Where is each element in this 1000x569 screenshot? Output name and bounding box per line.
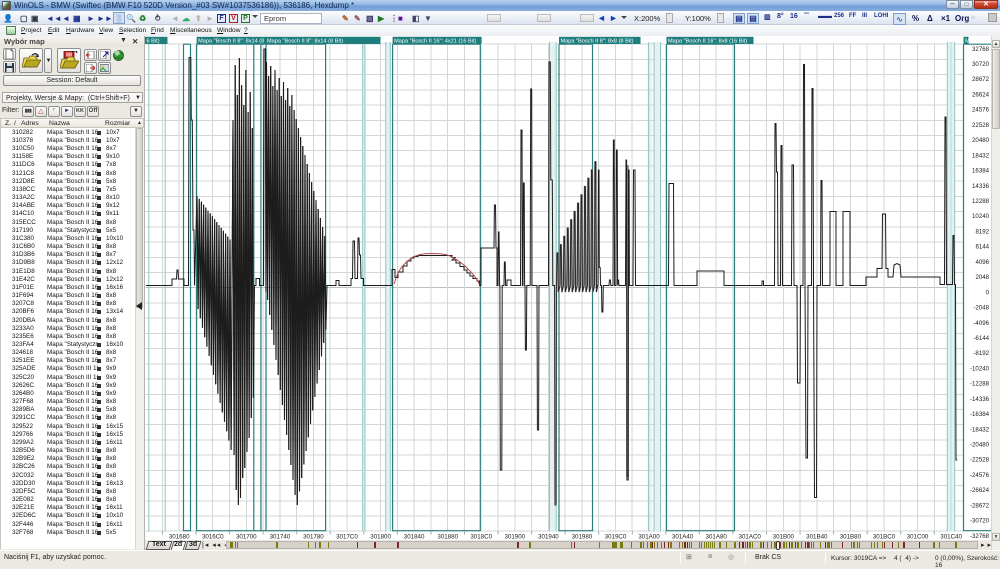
svg-text:2048: 2048 — [975, 274, 989, 281]
svg-text:0: 0 — [986, 289, 990, 296]
svg-text:-30720: -30720 — [970, 518, 990, 525]
svg-text:20480: 20480 — [972, 137, 990, 144]
svg-text:12288: 12288 — [972, 198, 990, 205]
svg-text:14336: 14336 — [972, 183, 990, 190]
svg-text:Mapa "Bosch II 16": 8x8 (16 Bi: Mapa "Bosch II 16": 8x8 (16 Bit) — [668, 39, 747, 45]
svg-text:-12288: -12288 — [970, 381, 990, 388]
svg-text:-10240: -10240 — [970, 365, 990, 372]
svg-text:-20480: -20480 — [970, 442, 990, 449]
svg-text:Mapa "Bosch II 8": 8x14 (8: Mapa "Bosch II 8": 8x14 (8 — [198, 39, 264, 45]
svg-text:-26624: -26624 — [970, 487, 990, 494]
svg-text:Mapa "Bosch II 8": 8x14 (8 Bit: Mapa "Bosch II 8": 8x14 (8 Bit) — [267, 39, 343, 45]
svg-text:Mapa "Bosch II 8": 8x8 (8 Bit): Mapa "Bosch II 8": 8x8 (8 Bit) — [561, 39, 634, 45]
svg-text:-8192: -8192 — [973, 350, 989, 357]
svg-text:10240: 10240 — [972, 213, 990, 220]
svg-text:-28672: -28672 — [970, 502, 990, 509]
svg-text:18432: 18432 — [972, 152, 990, 159]
svg-text:M: M — [965, 39, 970, 45]
svg-text:30720: 30720 — [972, 61, 990, 68]
svg-text:-16384: -16384 — [970, 411, 990, 418]
svg-text:6 Bit): 6 Bit) — [147, 39, 160, 45]
svg-text:24576: 24576 — [972, 107, 990, 114]
svg-text:28672: 28672 — [972, 76, 990, 83]
svg-text:6144: 6144 — [975, 244, 989, 251]
svg-text:-4096: -4096 — [973, 320, 989, 327]
svg-text:-6144: -6144 — [973, 335, 989, 342]
svg-text:32768: 32768 — [972, 46, 990, 53]
svg-text:-2048: -2048 — [973, 305, 989, 312]
svg-text:-22528: -22528 — [970, 457, 990, 464]
svg-text:26624: 26624 — [972, 92, 990, 99]
svg-text:-18432: -18432 — [970, 426, 990, 433]
svg-text:-24576: -24576 — [970, 472, 990, 479]
svg-text:22528: 22528 — [972, 122, 990, 129]
svg-text:-14336: -14336 — [970, 396, 990, 403]
svg-text:16384: 16384 — [972, 168, 990, 175]
svg-text:Mapa "Bosch II 16": 4x21 (16 B: Mapa "Bosch II 16": 4x21 (16 Bit) — [394, 39, 476, 45]
svg-text:4096: 4096 — [975, 259, 989, 266]
svg-text:8192: 8192 — [975, 228, 989, 235]
svg-text:-32768: -32768 — [970, 533, 990, 540]
